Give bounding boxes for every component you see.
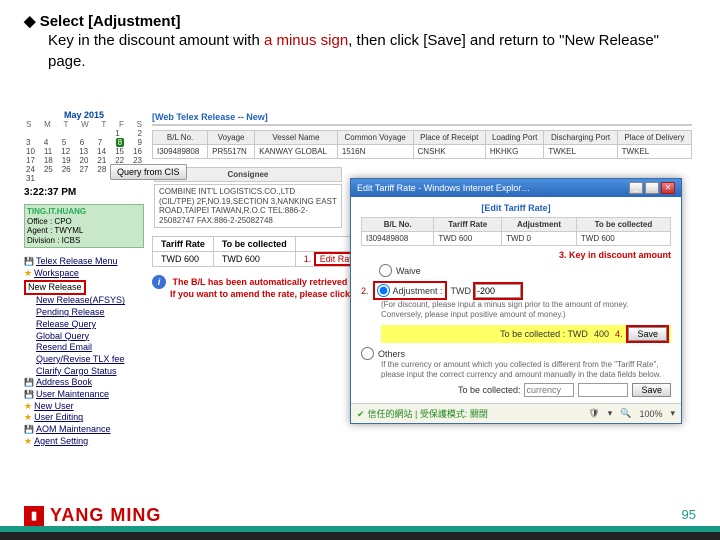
dialog-rate-table: B/L No.Tariff RateAdjustmentTo be collec… bbox=[361, 217, 671, 246]
zoom-value: 100% bbox=[639, 409, 662, 419]
adjustment-radio[interactable] bbox=[377, 284, 390, 297]
collect-label: To be collected : TWD bbox=[500, 329, 588, 339]
menu-item[interactable]: Agent Setting bbox=[24, 436, 144, 448]
save-button[interactable]: Save bbox=[628, 327, 667, 341]
menu-item[interactable]: New Release bbox=[24, 280, 144, 296]
menu-item[interactable]: Clarify Cargo Status bbox=[36, 366, 144, 378]
maximize-icon[interactable]: ▭ bbox=[645, 182, 659, 194]
close-icon[interactable]: ✕ bbox=[661, 182, 675, 194]
others-amount-input[interactable] bbox=[578, 383, 628, 397]
minimize-icon[interactable]: _ bbox=[629, 182, 643, 194]
page-number: 95 bbox=[682, 507, 696, 522]
menu-item[interactable]: User Maintenance bbox=[24, 389, 144, 401]
page-header: [Web Telex Release -- New] bbox=[152, 110, 692, 126]
adjustment-input[interactable] bbox=[475, 284, 521, 298]
waive-label: Waive bbox=[396, 266, 421, 276]
menu-item[interactable]: Address Book bbox=[24, 377, 144, 389]
status-trust: 信任的網站 | 受保護模式: 關閉 bbox=[357, 407, 488, 420]
dialog-title: Edit Tariff Rate - Windows Internet Expl… bbox=[357, 183, 530, 193]
query-cis-button[interactable]: Query from CIS bbox=[110, 164, 187, 180]
menu-item[interactable]: Resend Email bbox=[36, 342, 144, 354]
bl-table: B/L No.VoyageVessel NameCommon VoyagePla… bbox=[152, 130, 692, 159]
user-box: TING.IT.HUANG Office : CPO Agent : TWYML… bbox=[24, 204, 144, 248]
waive-radio[interactable] bbox=[379, 264, 392, 277]
instruction-title: ◆ Select [Adjustment] bbox=[24, 12, 696, 30]
menu-item[interactable]: Workspace bbox=[24, 268, 144, 280]
menu-item[interactable]: Query/Revise TLX fee bbox=[36, 354, 144, 366]
nav-menu: Telex Release MenuWorkspaceNew ReleaseNe… bbox=[24, 256, 144, 447]
zoom-icon[interactable]: 🔍 bbox=[620, 408, 631, 419]
security-icon[interactable]: 🛡 bbox=[588, 408, 599, 419]
menu-item[interactable]: User Editing bbox=[24, 412, 144, 424]
dialog-heading: [Edit Tariff Rate] bbox=[361, 203, 671, 213]
menu-item[interactable]: New User bbox=[24, 401, 144, 413]
others-radio[interactable] bbox=[361, 347, 374, 360]
brand-logo: ▮YANG MING bbox=[24, 505, 161, 526]
others-save-button[interactable]: Save bbox=[632, 383, 671, 397]
info-icon: i bbox=[152, 275, 166, 289]
menu-item[interactable]: Telex Release Menu bbox=[24, 256, 144, 268]
menu-item[interactable]: Global Query bbox=[36, 331, 144, 343]
menu-item[interactable]: Release Query bbox=[36, 319, 144, 331]
clock: 3:22:37 PM bbox=[24, 187, 144, 198]
step3-note: 3. Key in discount amount bbox=[361, 250, 671, 260]
others-currency-input[interactable] bbox=[524, 383, 574, 397]
calendar-header: May 2015 bbox=[24, 110, 144, 120]
instruction-body: Key in the discount amount with a minus … bbox=[48, 30, 696, 72]
menu-item[interactable]: AOM Maintenance bbox=[24, 424, 144, 436]
menu-item[interactable]: New Release(AFSYS) bbox=[36, 295, 144, 307]
adjustment-note: (For discount, please input a minus sign… bbox=[381, 300, 671, 319]
rate-table: Tariff RateTo be collected TWD 600 TWD 6… bbox=[152, 236, 372, 267]
calendar-day-labels: SMTWTFS bbox=[24, 120, 144, 129]
menu-item[interactable]: Pending Release bbox=[36, 307, 144, 319]
collect-value: 400 bbox=[594, 329, 609, 339]
adjustment-label: Adjustment : bbox=[393, 286, 443, 296]
others-note: If the currency or amount which you coll… bbox=[381, 360, 671, 379]
